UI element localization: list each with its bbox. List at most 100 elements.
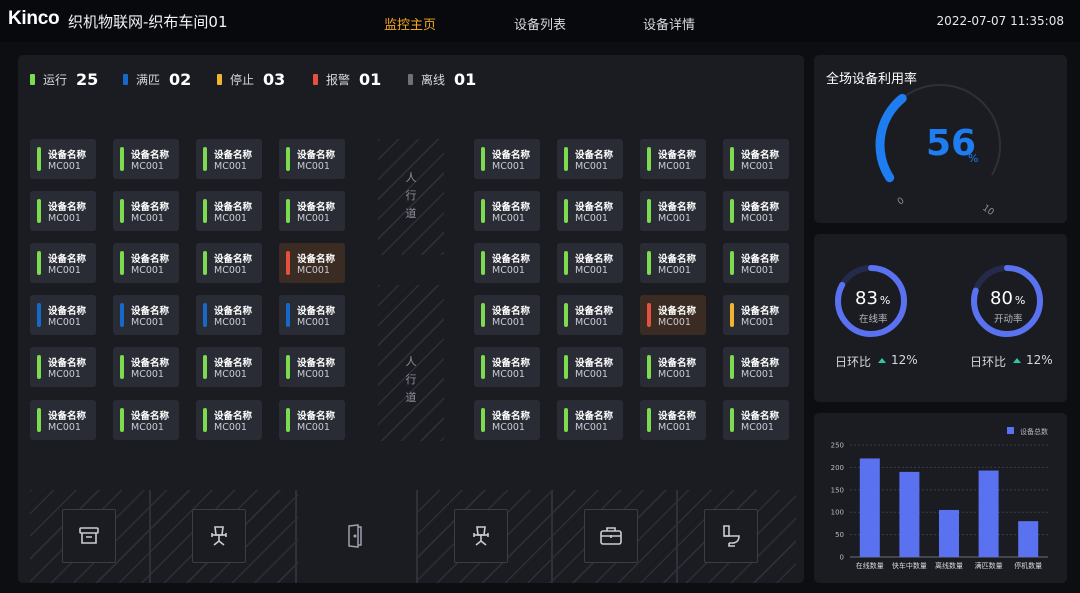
machine-code: MC001 (48, 213, 81, 224)
machine-code: MC001 (741, 317, 774, 328)
machine-card[interactable]: 设备名称 MC001 (30, 243, 96, 283)
machine-status-indicator (286, 355, 290, 379)
machine-card[interactable]: 设备名称 MC001 (723, 347, 789, 387)
machine-card[interactable]: 设备名称 MC001 (557, 243, 623, 283)
archive-icon[interactable] (62, 509, 116, 563)
machine-card[interactable]: 设备名称 MC001 (113, 400, 179, 440)
rate-rings (835, 265, 1043, 337)
machine-code: MC001 (131, 213, 164, 224)
legend-label: 设备总数 (1020, 427, 1048, 436)
machine-card[interactable]: 设备名称 MC001 (557, 139, 623, 179)
machine-card[interactable]: 设备名称 MC001 (196, 191, 262, 231)
machine-card[interactable]: 设备名称 MC001 (30, 347, 96, 387)
machine-status-indicator (730, 355, 734, 379)
machine-card[interactable]: 设备名称 MC001 (474, 139, 540, 179)
machine-status-indicator (120, 355, 124, 379)
machine-card[interactable]: 设备名称 MC001 (557, 347, 623, 387)
machine-card[interactable]: 设备名称 MC001 (640, 347, 706, 387)
machine-card[interactable]: 设备名称 MC001 (640, 243, 706, 283)
bar (859, 458, 880, 557)
machine-code: MC001 (131, 369, 164, 380)
machine-card[interactable]: 设备名称 MC001 (30, 139, 96, 179)
machine-code: MC001 (575, 265, 608, 276)
machine-name-label: 设备名称 (214, 306, 253, 317)
status-offline: 离线 01 (408, 70, 476, 89)
office-chair-icon[interactable] (192, 509, 246, 563)
walkway-upper: 人行道 (378, 139, 444, 255)
machine-card[interactable]: 设备名称 MC001 (196, 295, 262, 335)
machine-code: MC001 (131, 265, 164, 276)
machine-name-label: 设备名称 (48, 306, 87, 317)
machine-card[interactable]: 设备名称 MC001 (113, 191, 179, 231)
bar (939, 509, 959, 557)
machine-card[interactable]: 设备名称 MC001 (279, 243, 345, 283)
nav-device-details[interactable]: 设备详情 (643, 14, 695, 33)
machine-status-indicator (203, 199, 207, 223)
machine-card[interactable]: 设备名称 MC001 (474, 347, 540, 387)
machine-card[interactable]: 设备名称 MC001 (196, 243, 262, 283)
machine-card[interactable]: 设备名称 MC001 (557, 400, 623, 440)
machine-name-label: 设备名称 (131, 306, 170, 317)
machine-card[interactable]: 设备名称 MC001 (474, 243, 540, 283)
up-arrow-icon (1013, 358, 1021, 363)
machine-name-label: 设备名称 (575, 306, 614, 317)
machine-name-label: 设备名称 (741, 306, 780, 317)
briefcase-icon[interactable] (584, 509, 638, 563)
machine-card[interactable]: 设备名称 MC001 (196, 139, 262, 179)
machine-card[interactable]: 设备名称 MC001 (474, 400, 540, 440)
machine-card[interactable]: 设备名称 MC001 (474, 295, 540, 335)
machine-card[interactable]: 设备名称 MC001 (723, 139, 789, 179)
machine-status-indicator (647, 147, 651, 171)
machine-card[interactable]: 设备名称 MC001 (640, 139, 706, 179)
machine-name-label: 设备名称 (48, 358, 87, 369)
machine-card[interactable]: 设备名称 MC001 (723, 191, 789, 231)
machine-code: MC001 (741, 161, 774, 172)
machine-card[interactable]: 设备名称 MC001 (113, 295, 179, 335)
machine-status-indicator (481, 408, 485, 432)
machine-card[interactable]: 设备名称 MC001 (723, 295, 789, 335)
machine-card[interactable]: 设备名称 MC001 (640, 191, 706, 231)
status-full: 满匹 02 (123, 70, 191, 89)
bar (1018, 521, 1039, 557)
status-stopped: 停止 03 (217, 70, 285, 89)
machine-card[interactable]: 设备名称 MC001 (723, 400, 789, 440)
machine-code: MC001 (658, 369, 691, 380)
machine-card[interactable]: 设备名称 MC001 (113, 347, 179, 387)
machine-card[interactable]: 设备名称 MC001 (30, 400, 96, 440)
machine-card[interactable]: 设备名称 MC001 (279, 400, 345, 440)
machine-code: MC001 (131, 317, 164, 328)
x-tick-label: 在线数量 (856, 561, 884, 570)
machine-card[interactable]: 设备名称 MC001 (196, 400, 262, 440)
machine-card[interactable]: 设备名称 MC001 (557, 191, 623, 231)
door-icon[interactable] (328, 509, 382, 563)
machine-card[interactable]: 设备名称 MC001 (640, 295, 706, 335)
status-swatch (217, 73, 222, 85)
machine-card[interactable]: 设备名称 MC001 (557, 295, 623, 335)
machine-card[interactable]: 设备名称 MC001 (279, 139, 345, 179)
machine-status-indicator (730, 199, 734, 223)
toilet-icon[interactable] (704, 509, 758, 563)
divider (416, 490, 418, 583)
machine-card[interactable]: 设备名称 MC001 (279, 295, 345, 335)
machine-card[interactable]: 设备名称 MC001 (196, 347, 262, 387)
status-running: 运行 25 (30, 69, 99, 89)
status-count: 25 (76, 69, 99, 89)
nav-device-list[interactable]: 设备列表 (514, 14, 566, 33)
y-tick-label: 150 (831, 486, 844, 494)
machine-card[interactable]: 设备名称 MC001 (113, 243, 179, 283)
run-rate-value: 80% (990, 288, 1026, 309)
nav-monitor-home[interactable]: 监控主页 (384, 14, 436, 33)
status-swatch (123, 73, 128, 85)
machine-status-indicator (37, 147, 41, 171)
x-tick-label: 满匹数量 (975, 561, 1003, 570)
machine-card[interactable]: 设备名称 MC001 (640, 400, 706, 440)
machine-card[interactable]: 设备名称 MC001 (474, 191, 540, 231)
machine-card[interactable]: 设备名称 MC001 (30, 295, 96, 335)
machine-card[interactable]: 设备名称 MC001 (113, 139, 179, 179)
machine-card[interactable]: 设备名称 MC001 (279, 347, 345, 387)
machine-card[interactable]: 设备名称 MC001 (30, 191, 96, 231)
machine-card[interactable]: 设备名称 MC001 (723, 243, 789, 283)
utilization-panel: 全场设备利用率 0 10 56 % (814, 55, 1067, 223)
machine-card[interactable]: 设备名称 MC001 (279, 191, 345, 231)
office-chair-icon[interactable] (454, 509, 508, 563)
